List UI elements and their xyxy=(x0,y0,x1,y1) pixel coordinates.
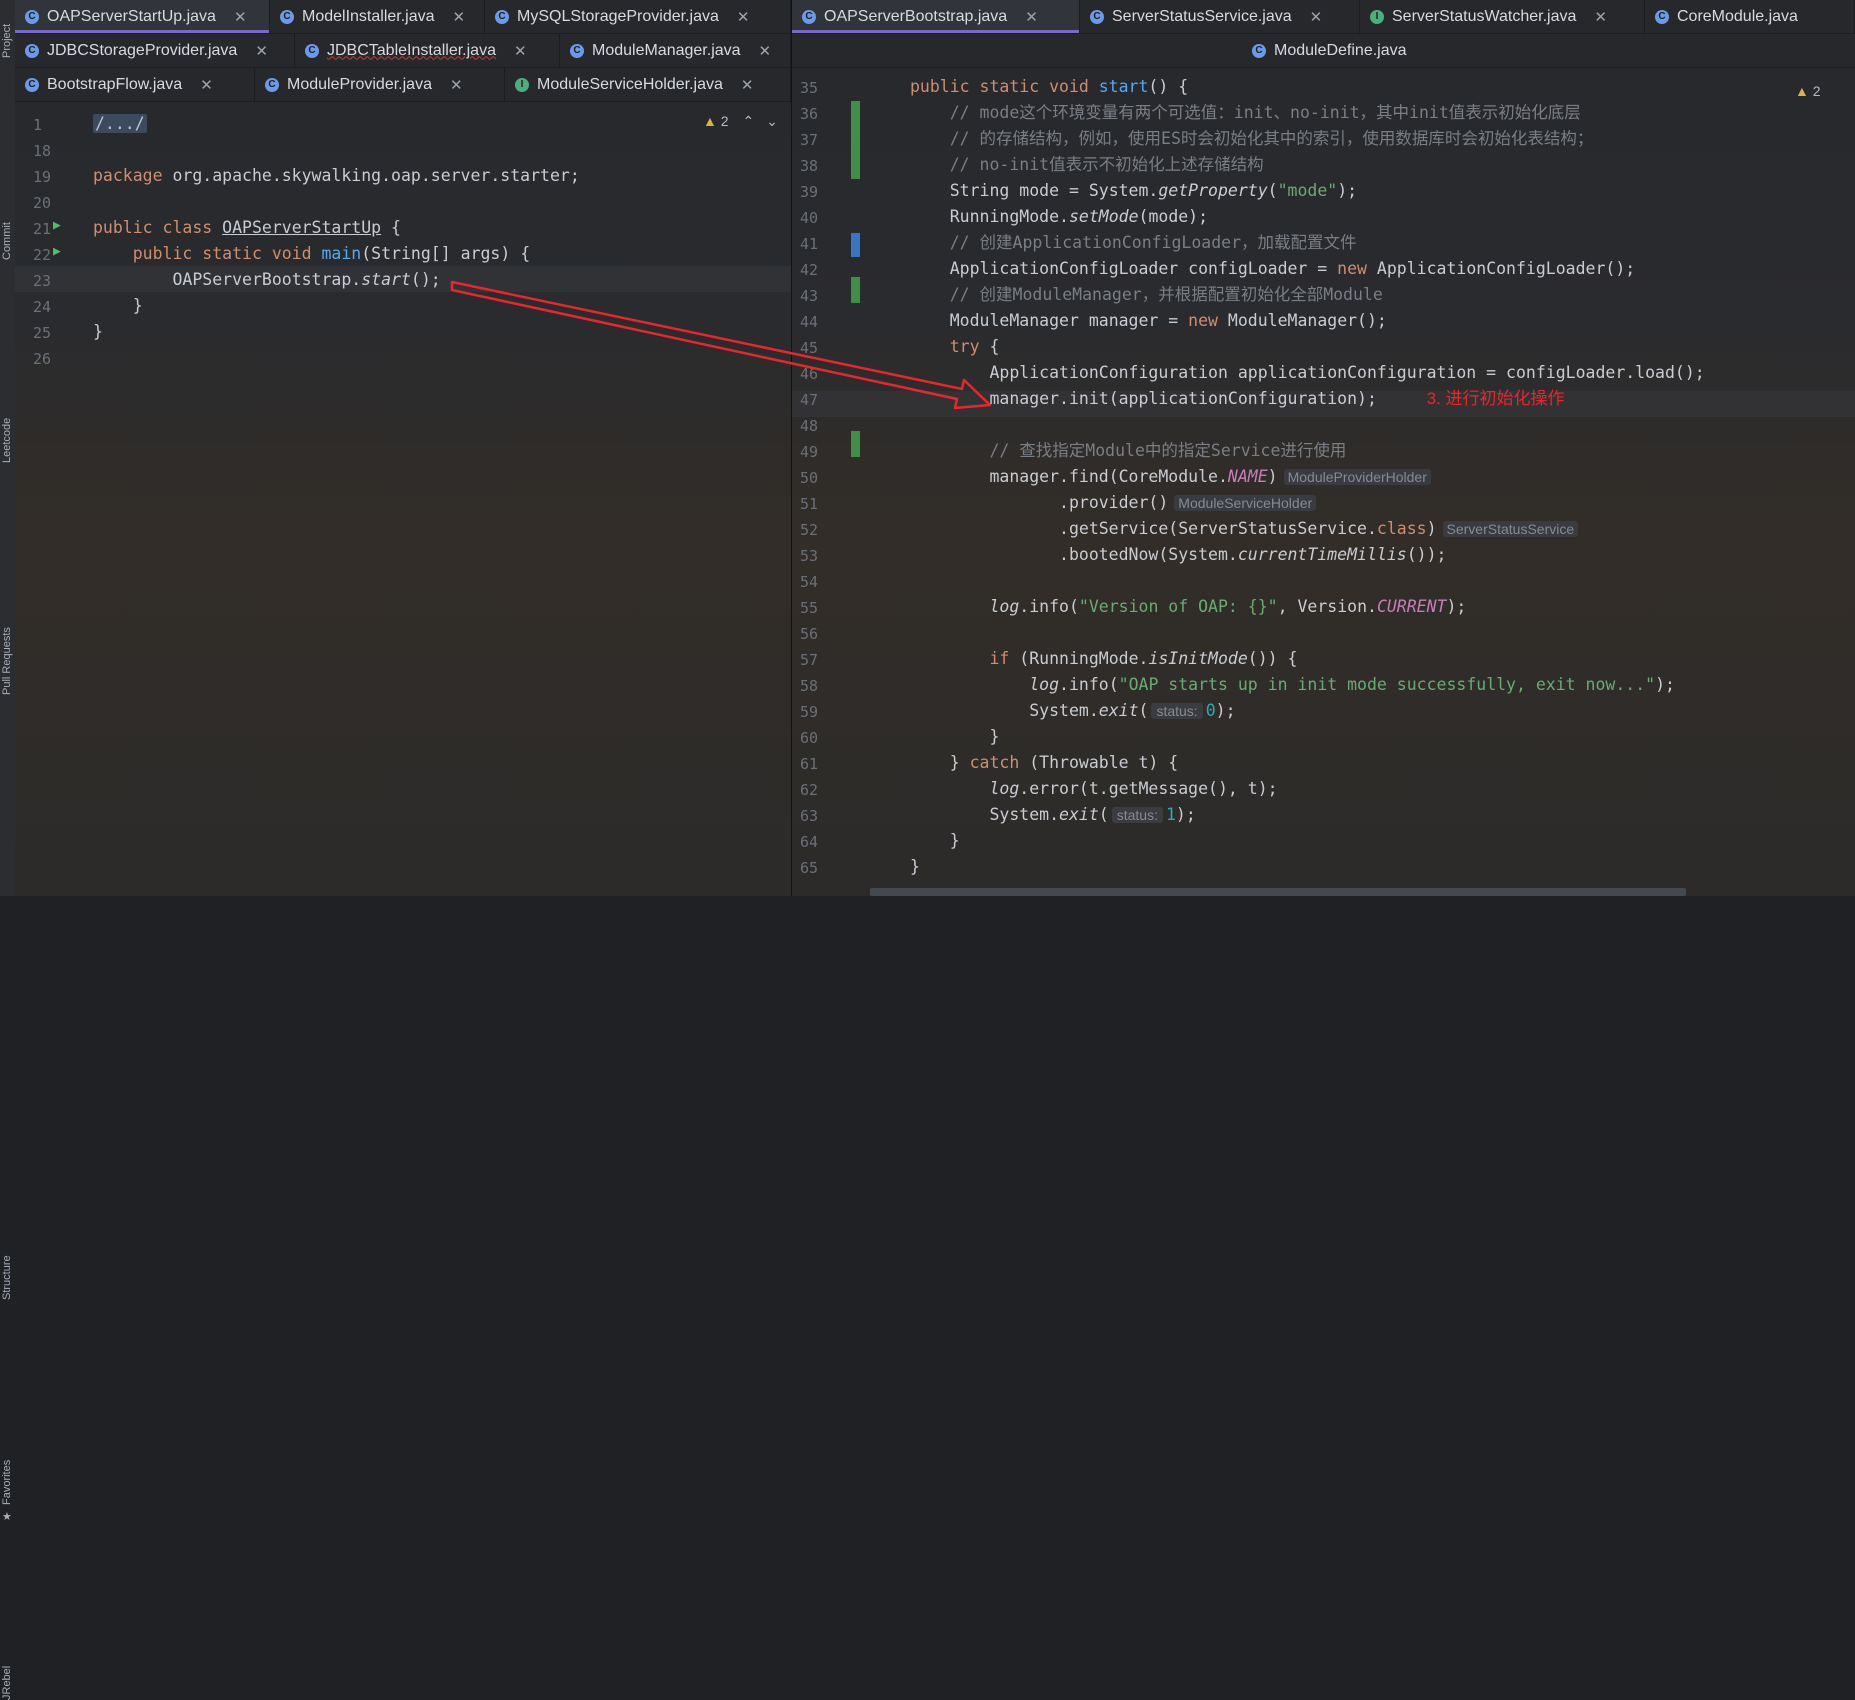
star-icon: ★ xyxy=(2,1511,12,1523)
annotation-arrow xyxy=(450,280,992,410)
arrow-shape xyxy=(450,280,992,410)
